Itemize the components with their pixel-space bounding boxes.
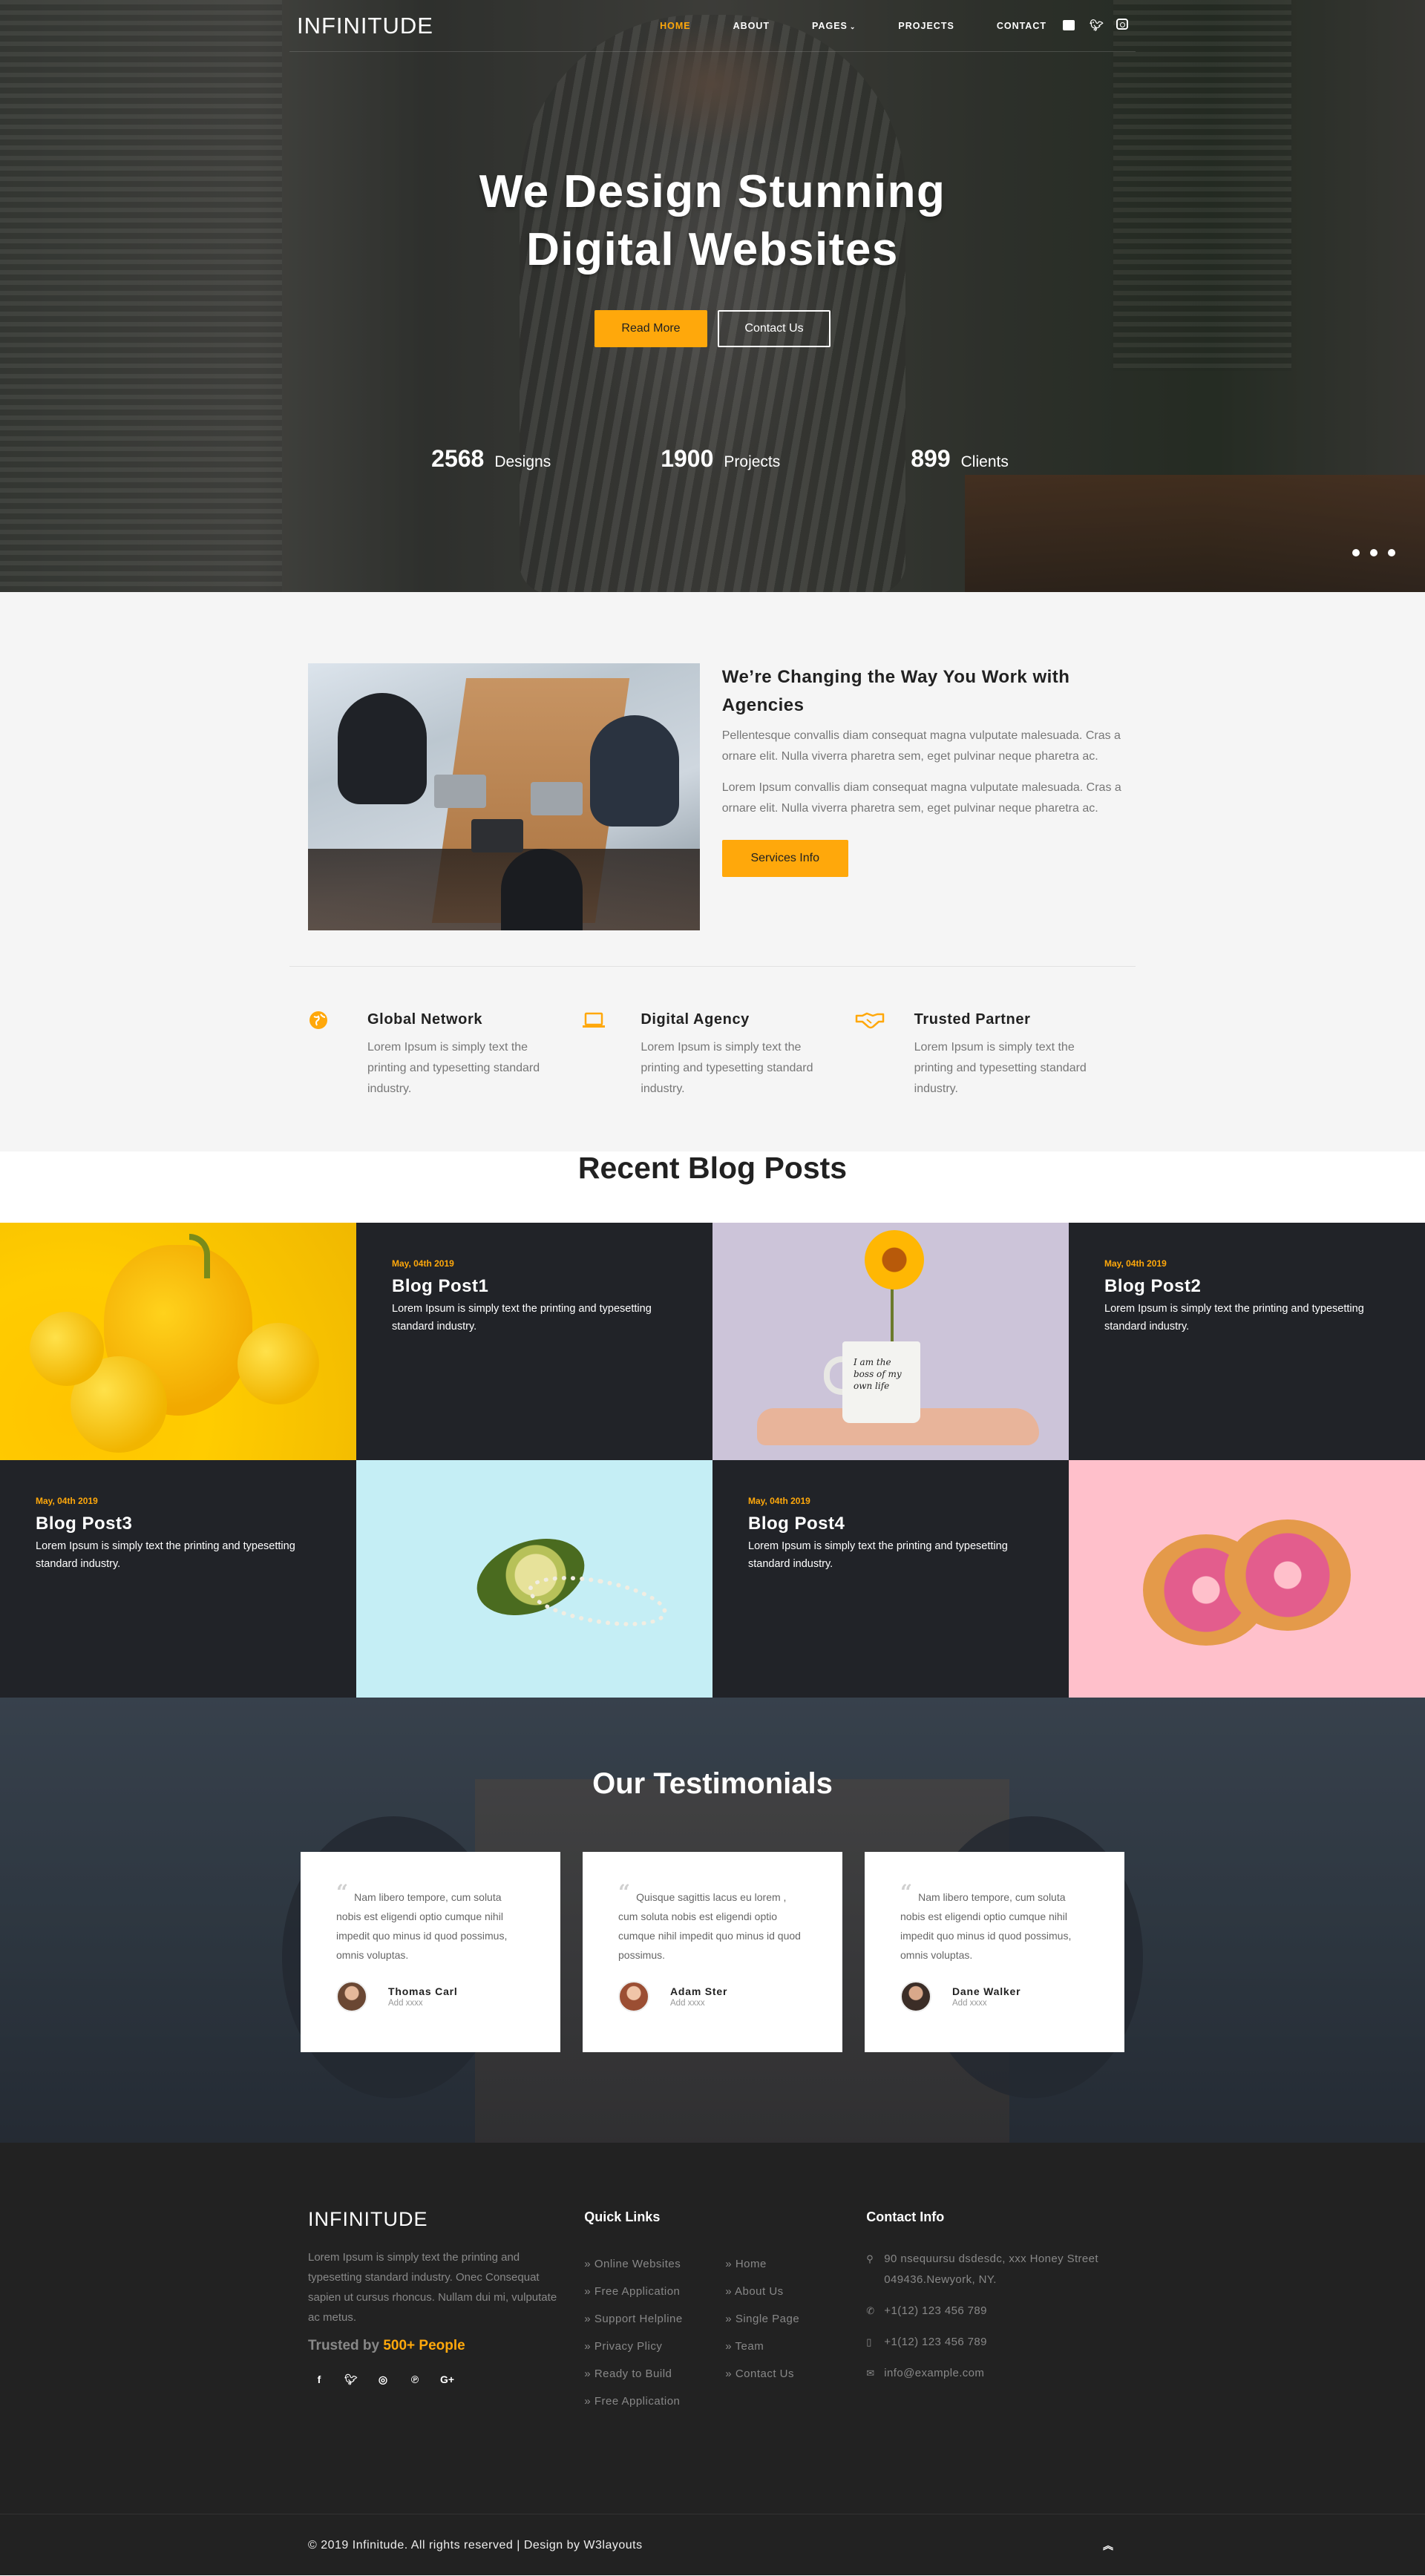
- slider-dot[interactable]: [1370, 549, 1378, 556]
- footer-link[interactable]: Online Websites: [584, 2250, 725, 2278]
- stat-clients: 899 Clients: [911, 445, 1009, 472]
- blog-section: Recent Blog Posts May, 04th 2019 Blog Po…: [0, 1151, 1425, 1698]
- contact-info-heading: Contact Info: [866, 2209, 945, 2224]
- handshake-icon: [855, 1010, 884, 1100]
- globe-icon: [308, 1010, 335, 1100]
- testimonial-card: “Nam libero tempore, cum soluta nobis es…: [301, 1852, 560, 2052]
- blog-heading: Recent Blog Posts: [577, 1151, 848, 1185]
- footer-link[interactable]: Single Page: [725, 2305, 866, 2333]
- quick-links: Online Websites Free Application Support…: [584, 2250, 866, 2415]
- about-heading: We’re Changing the Way You Work with Age…: [721, 667, 1070, 715]
- blog-post-card[interactable]: May, 04th 2019 Blog Post1 Lorem Ipsum is…: [356, 1223, 712, 1460]
- scroll-top-icon[interactable]: ︽: [1103, 2538, 1113, 2553]
- blog-image-donuts[interactable]: [1069, 1460, 1425, 1698]
- footer-link[interactable]: Support Helpline: [584, 2305, 725, 2333]
- features-list: Global Network Lorem Ipsum is simply tex…: [297, 967, 1128, 1100]
- avatar: [618, 1981, 649, 2012]
- nav-pages[interactable]: PAGES ⌄: [812, 21, 856, 31]
- hero-banner: INFINITUDE HOME ABOUT PAGES ⌄ PROJECTS CO…: [0, 0, 1425, 592]
- avatar: [336, 1981, 367, 2012]
- chevron-down-icon: ⌄: [849, 22, 856, 30]
- footer-link[interactable]: Home: [725, 2250, 866, 2278]
- testimonial-card: “Quisque sagittis lacus eu lorem , cum s…: [583, 1852, 842, 2052]
- nav-projects[interactable]: PROJECTS: [898, 21, 954, 31]
- about-paragraph: Lorem Ipsum convallis diam consequat mag…: [721, 781, 1121, 815]
- dribbble-icon[interactable]: ◎: [376, 2373, 390, 2386]
- testimonial-cards: “Nam libero tempore, cum soluta nobis es…: [0, 1852, 1425, 2052]
- nav-contact[interactable]: CONTACT: [997, 21, 1046, 31]
- facebook-icon[interactable]: f: [312, 2373, 326, 2386]
- google-plus-icon[interactable]: G+: [440, 2373, 454, 2386]
- blog-image-avocado[interactable]: [356, 1460, 712, 1698]
- footer-description: Lorem Ipsum is simply text the printing …: [308, 2251, 557, 2324]
- nav-about[interactable]: ABOUT: [733, 21, 770, 31]
- facebook-icon[interactable]: f: [1063, 19, 1075, 33]
- blog-grid: May, 04th 2019 Blog Post1 Lorem Ipsum is…: [0, 1223, 1425, 1698]
- testimonials-section: Our Testimonials “Nam libero tempore, cu…: [0, 1698, 1425, 2143]
- footer-link[interactable]: Privacy Plicy: [584, 2333, 725, 2360]
- footer-link[interactable]: Free Application: [584, 2388, 725, 2415]
- blog-post-card[interactable]: May, 04th 2019 Blog Post4 Lorem Ipsum is…: [712, 1460, 1069, 1698]
- mug-lettering: I am the boss of my own life: [854, 1357, 902, 1391]
- hero-stats: 2568 Designs 1900 Projects 899 Clients: [0, 445, 1425, 473]
- blog-post-card[interactable]: May, 04th 2019 Blog Post3 Lorem Ipsum is…: [0, 1460, 356, 1698]
- main-menu: HOME ABOUT PAGES ⌄ PROJECTS CONTACT: [618, 21, 1046, 31]
- feature-item: Digital Agency Lorem Ipsum is simply tex…: [581, 1010, 854, 1100]
- footer-social: f 🐦︎ ◎ ℗ G+: [312, 2373, 584, 2386]
- footer-link[interactable]: Ready to Build: [584, 2360, 725, 2388]
- twitter-icon[interactable]: 🐦︎: [344, 2373, 358, 2386]
- feature-item: Global Network Lorem Ipsum is simply tex…: [308, 1010, 581, 1100]
- twitter-icon[interactable]: 🐦︎: [1090, 19, 1104, 33]
- footer: INFINITUDE Lorem Ipsum is simply text th…: [0, 2143, 1425, 2514]
- quote-icon: “: [900, 1880, 913, 1905]
- quick-links-heading: Quick Links: [584, 2209, 661, 2224]
- quote-icon: “: [336, 1880, 349, 1905]
- services-info-button[interactable]: Services Info: [721, 840, 848, 877]
- site-logo[interactable]: INFINITUDE: [297, 13, 433, 39]
- instagram-icon[interactable]: [1116, 19, 1128, 33]
- footer-link[interactable]: About Us: [725, 2278, 866, 2305]
- meeting-photo: [308, 663, 700, 930]
- about-paragraph: Pellentesque convallis diam consequat ma…: [721, 729, 1121, 763]
- read-more-button[interactable]: Read More: [594, 310, 707, 347]
- phone-icon: ✆: [866, 2305, 875, 2316]
- nav-home[interactable]: HOME: [660, 21, 691, 31]
- laptop-icon: [581, 1010, 608, 1100]
- copyright-text: © 2019 Infinitude. All rights reserved |…: [308, 2538, 643, 2552]
- hero-title: We Design Stunning Digital Websites: [479, 166, 946, 275]
- quote-icon: “: [618, 1880, 631, 1905]
- top-navigation: INFINITUDE HOME ABOUT PAGES ⌄ PROJECTS CO…: [0, 0, 1425, 52]
- trusted-by: Trusted by 500+ People: [308, 2338, 465, 2353]
- avatar: [900, 1981, 931, 2012]
- hero-content: We Design Stunning Digital Websites Read…: [0, 163, 1425, 347]
- about-section: We’re Changing the Way You Work with Age…: [0, 592, 1425, 1151]
- pinterest-icon[interactable]: ℗: [408, 2373, 422, 2386]
- slider-dot[interactable]: [1352, 549, 1360, 556]
- footer-logo[interactable]: INFINITUDE: [308, 2208, 584, 2231]
- contact-us-button[interactable]: Contact Us: [718, 310, 831, 347]
- stat-designs: 2568 Designs: [431, 445, 551, 472]
- copyright-bar: © 2019 Infinitude. All rights reserved |…: [0, 2514, 1425, 2575]
- slider-dots: [1352, 549, 1395, 556]
- header-social: f 🐦︎: [1063, 19, 1128, 33]
- footer-link[interactable]: Team: [725, 2333, 866, 2360]
- blog-image-pepper[interactable]: [0, 1223, 356, 1460]
- blog-image-flower-mug[interactable]: I am the boss of my own life: [712, 1223, 1069, 1460]
- feature-item: Trusted Partner Lorem Ipsum is simply te…: [855, 1010, 1128, 1100]
- blog-post-card[interactable]: May, 04th 2019 Blog Post2 Lorem Ipsum is…: [1069, 1223, 1425, 1460]
- stat-projects: 1900 Projects: [661, 445, 781, 472]
- footer-link[interactable]: Free Application: [584, 2278, 725, 2305]
- testimonials-heading: Our Testimonials: [592, 1767, 833, 1800]
- footer-link[interactable]: Contact Us: [725, 2360, 866, 2388]
- mobile-icon: ▯: [866, 2336, 872, 2347]
- contact-info: ⚲ 90 nsequursu dsdesdc, xxx Honey Street …: [866, 2249, 1128, 2384]
- slider-dot[interactable]: [1388, 549, 1395, 556]
- testimonial-card: “Nam libero tempore, cum soluta nobis es…: [865, 1852, 1124, 2052]
- envelope-icon: ✉: [866, 2368, 875, 2379]
- map-marker-icon: ⚲: [866, 2253, 874, 2264]
